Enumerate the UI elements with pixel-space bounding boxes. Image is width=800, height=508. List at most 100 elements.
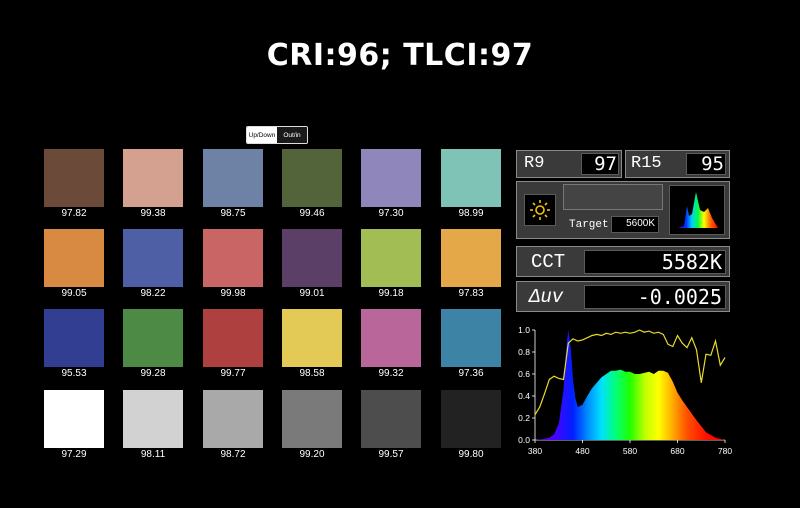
target-upper-field — [563, 184, 663, 210]
sun-icon — [530, 200, 550, 220]
color-swatch[interactable]: 97.82 — [44, 149, 104, 222]
swatch-color — [203, 229, 263, 287]
color-swatch[interactable]: 99.18 — [361, 229, 421, 302]
swatch-value: 98.22 — [140, 288, 166, 299]
x-tick-label: 680 — [670, 446, 684, 456]
swatch-value: 98.75 — [220, 208, 246, 219]
color-swatch[interactable]: 99.28 — [123, 309, 183, 382]
color-swatch[interactable]: 98.99 — [441, 149, 501, 222]
swatch-color — [441, 309, 501, 367]
swatch-value: 97.36 — [458, 368, 484, 379]
swatch-value: 99.28 — [140, 368, 166, 379]
target-value: 5600K — [626, 218, 655, 229]
swatch-value: 99.05 — [61, 288, 87, 299]
duv-value: -0.0025 — [637, 285, 722, 309]
duv-label: Δuv — [529, 286, 564, 308]
color-swatch[interactable]: 98.58 — [282, 309, 342, 382]
view-mode-toggle[interactable]: Up/Down Out/in — [246, 126, 308, 144]
r15-label: R15 — [631, 154, 662, 173]
color-swatch[interactable]: 99.05 — [44, 229, 104, 302]
color-swatch[interactable]: 98.22 — [123, 229, 183, 302]
swatch-value: 98.72 — [220, 449, 246, 460]
color-swatch[interactable]: 99.77 — [203, 309, 263, 382]
swatch-value: 99.20 — [299, 449, 325, 460]
swatch-color — [44, 309, 104, 367]
swatch-color — [44, 229, 104, 287]
swatch-color — [203, 390, 263, 448]
swatch-value: 97.83 — [458, 288, 484, 299]
spectrum-thumbnail-icon — [678, 192, 718, 228]
color-swatch[interactable]: 99.80 — [441, 390, 501, 463]
swatch-color — [361, 390, 421, 448]
swatch-value: 99.01 — [299, 288, 325, 299]
duv-box: Δuv -0.0025 — [516, 281, 730, 312]
r9-box: R9 97 — [516, 150, 622, 178]
swatch-value: 99.32 — [378, 368, 404, 379]
y-tick-label: 0.2 — [518, 413, 530, 423]
swatch-value: 98.11 — [140, 449, 166, 460]
swatch-value: 99.98 — [220, 288, 246, 299]
spectrum-chart: 0.0 0.2 0.4 0.6 0.8 1.0 380 480 580 680 780 — [518, 325, 732, 456]
cct-value: 5582K — [661, 250, 722, 274]
swatch-value: 98.58 — [299, 368, 325, 379]
swatch-color — [282, 229, 342, 287]
swatch-color — [361, 149, 421, 207]
color-swatch[interactable]: 95.53 — [44, 309, 104, 382]
color-swatch[interactable]: 99.38 — [123, 149, 183, 222]
color-swatch[interactable]: 99.46 — [282, 149, 342, 222]
x-tick-label: 580 — [623, 446, 637, 456]
cct-box: CCT 5582K — [516, 246, 730, 277]
swatch-color — [123, 390, 183, 448]
swatch-value: 98.99 — [458, 208, 484, 219]
swatch-color — [282, 149, 342, 207]
x-tick-label: 480 — [575, 446, 589, 456]
x-tick-label: 380 — [528, 446, 542, 456]
swatch-value: 99.18 — [378, 288, 404, 299]
color-swatch[interactable]: 99.32 — [361, 309, 421, 382]
sun-button[interactable] — [524, 194, 556, 226]
swatch-value: 95.53 — [61, 368, 87, 379]
swatch-value: 99.80 — [458, 449, 484, 460]
r15-box: R15 95 — [625, 150, 730, 178]
color-swatch[interactable]: 97.30 — [361, 149, 421, 222]
swatch-color — [203, 149, 263, 207]
swatch-value: 99.77 — [220, 368, 246, 379]
toggle-up-down[interactable]: Up/Down — [247, 127, 277, 143]
page-title: CRI:96; TLCI:97 — [266, 38, 534, 73]
color-swatch[interactable]: 99.20 — [282, 390, 342, 463]
color-swatch[interactable]: 98.11 — [123, 390, 183, 463]
y-tick-label: 0.0 — [518, 435, 530, 445]
swatch-color — [441, 229, 501, 287]
toggle-out-in[interactable]: Out/in — [277, 127, 307, 143]
cct-label: CCT — [531, 251, 566, 273]
swatch-value: 99.38 — [140, 208, 166, 219]
swatch-color — [123, 149, 183, 207]
swatch-color — [123, 229, 183, 287]
target-box: Target 5600K — [516, 181, 730, 239]
target-label: Target — [569, 219, 609, 231]
color-swatch[interactable]: 97.29 — [44, 390, 104, 463]
color-swatch[interactable]: 99.01 — [282, 229, 342, 302]
y-tick-label: 0.6 — [518, 369, 530, 379]
color-swatch[interactable]: 97.83 — [441, 229, 501, 302]
r9-label: R9 — [524, 154, 545, 173]
r15-value: 95 — [701, 153, 724, 175]
swatch-value: 97.30 — [378, 208, 404, 219]
swatch-value: 99.57 — [378, 449, 404, 460]
swatch-color — [441, 390, 501, 448]
swatch-value: 99.46 — [299, 208, 325, 219]
spectrum-thumbnail[interactable] — [669, 185, 725, 235]
x-tick-label: 780 — [718, 446, 732, 456]
y-tick-label: 1.0 — [518, 325, 530, 335]
y-tick-label: 0.8 — [518, 347, 530, 357]
swatch-color — [361, 229, 421, 287]
y-tick-label: 0.4 — [518, 391, 530, 401]
swatch-color — [203, 309, 263, 367]
color-swatch[interactable]: 97.36 — [441, 309, 501, 382]
color-swatch[interactable]: 99.57 — [361, 390, 421, 463]
swatch-value: 97.82 — [61, 208, 87, 219]
swatch-color — [441, 149, 501, 207]
color-swatch[interactable]: 98.72 — [203, 390, 263, 463]
color-swatch[interactable]: 99.98 — [203, 229, 263, 302]
color-swatch[interactable]: 98.75 — [203, 149, 263, 222]
